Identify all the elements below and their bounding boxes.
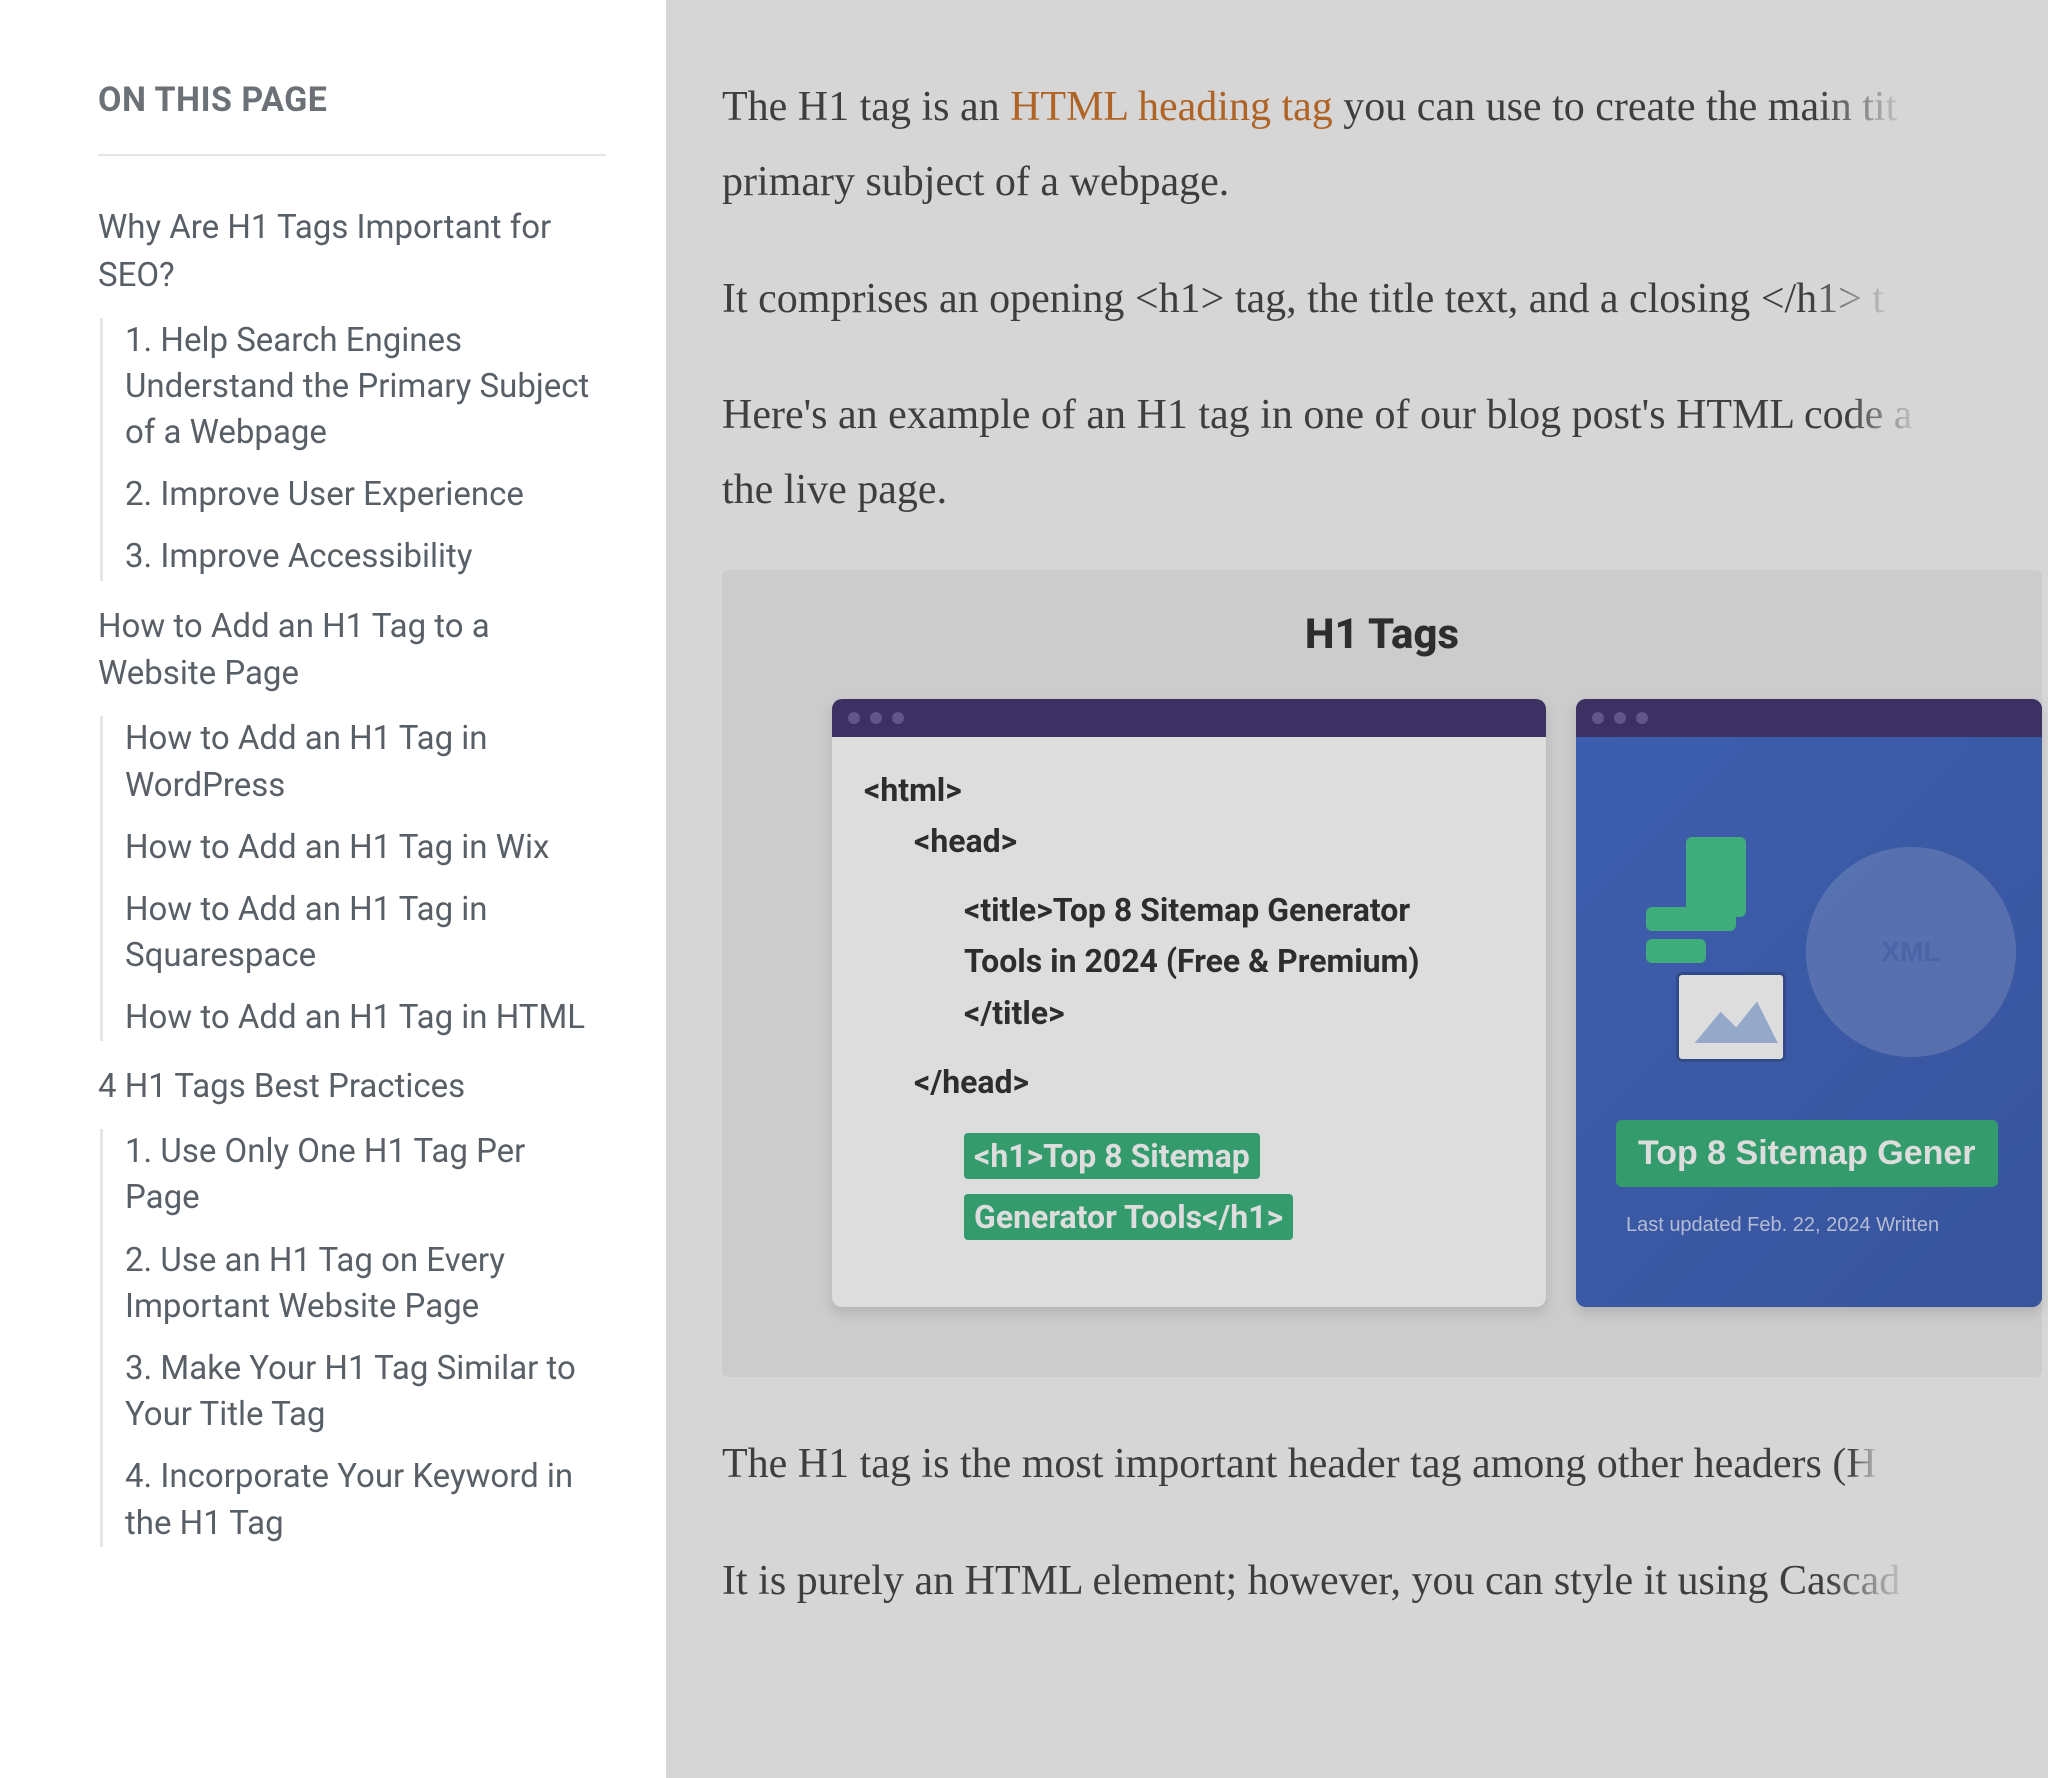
text: you can use to create the (1333, 84, 1768, 130)
document-icon (1686, 837, 1746, 917)
text: It comprises an opening <h1> tag, the ti… (722, 276, 1761, 322)
toc-link[interactable]: 2. Use an H1 Tag on Every Important Webs… (125, 1238, 606, 1330)
window-dot-icon (1592, 712, 1604, 724)
toc-link[interactable]: How to Add an H1 Tag in Wix (125, 825, 606, 871)
toc-section[interactable]: Why Are H1 Tags Important for SEO? (98, 204, 606, 300)
text: the live page. (722, 467, 947, 513)
bar-icon (1646, 939, 1706, 963)
image-icon (1676, 972, 1786, 1062)
truncated-text: </h1> t (1761, 262, 1884, 337)
paragraph: The H1 tag is the most important header … (722, 1427, 2048, 1502)
text: primary subject of a webpage. (722, 159, 1229, 205)
code-line: <html> (864, 765, 1514, 816)
window-dot-icon (870, 712, 882, 724)
toc-sublist: 1. Help Search Engines Understand the Pr… (100, 318, 606, 581)
divider (98, 154, 606, 156)
toc-link[interactable]: 3. Make Your H1 Tag Similar to Your Titl… (125, 1346, 606, 1438)
toc-sublist: 1. Use Only One H1 Tag Per Page 2. Use a… (100, 1129, 606, 1547)
code-window: <html> <head> <title>Top 8 Sitemap Gener… (832, 699, 1546, 1307)
figure-title: H1 Tags (722, 610, 2042, 659)
code-line: </head> (864, 1057, 1514, 1108)
truncated-text: code a (1804, 378, 1912, 453)
paragraph: It is purely an HTML element; however, y… (722, 1544, 2048, 1619)
paragraph: It comprises an opening <h1> tag, the ti… (722, 262, 2048, 337)
article-body: The H1 tag is an HTML heading tag you ca… (666, 0, 2048, 1778)
code-h1-highlight: <h1>Top 8 Sitemap Generator Tools</h1> (864, 1126, 1294, 1248)
truncated-text: (H (1832, 1427, 1876, 1502)
paragraph: Here's an example of an H1 tag in one of… (722, 378, 2048, 528)
window-titlebar (1576, 699, 2042, 737)
toc-link[interactable]: 1. Use Only One H1 Tag Per Page (125, 1129, 606, 1221)
preview-meta: Last updated Feb. 22, 2024 Written (1626, 1214, 1939, 1237)
window-titlebar (832, 699, 1546, 737)
xml-badge: XML (1806, 847, 2016, 1057)
text: Here's an example of an H1 tag in one of… (722, 392, 1804, 438)
toc-link[interactable]: 1. Help Search Engines Understand the Pr… (125, 318, 606, 457)
toc-link[interactable]: 2. Improve User Experience (125, 472, 606, 518)
preview-window: XML Top 8 Sitemap Gener Last updated Feb… (1576, 699, 2042, 1307)
window-dot-icon (848, 712, 860, 724)
toc-list: Why Are H1 Tags Important for SEO? 1. He… (98, 204, 606, 1547)
toc-heading: ON THIS PAGE (98, 80, 606, 120)
toc-section[interactable]: How to Add an H1 Tag to a Website Page (98, 603, 606, 699)
toc-link[interactable]: 3. Improve Accessibility (125, 534, 606, 580)
toc-link[interactable]: How to Add an H1 Tag in HTML (125, 995, 606, 1041)
code-line: </title> (864, 988, 1514, 1039)
code-line: <head> (864, 816, 1514, 867)
paragraph: The H1 tag is an HTML heading tag you ca… (722, 70, 2048, 220)
preview-illustration: XML Top 8 Sitemap Gener Last updated Feb… (1576, 737, 2042, 1307)
toc-link[interactable]: How to Add an H1 Tag in WordPress (125, 716, 606, 808)
window-dot-icon (892, 712, 904, 724)
code-line: Tools in 2024 (Free & Premium) (864, 936, 1514, 987)
toc-section[interactable]: 4 H1 Tags Best Practices (98, 1063, 606, 1111)
table-of-contents: ON THIS PAGE Why Are H1 Tags Important f… (0, 0, 666, 1778)
window-dot-icon (1636, 712, 1648, 724)
truncated-text: main tit (1768, 70, 1898, 145)
text: It is purely an HTML element; however, y… (722, 1558, 1779, 1604)
code-line: <title>Top 8 Sitemap Generator (864, 885, 1514, 936)
window-dot-icon (1614, 712, 1626, 724)
figure-h1-tags: H1 Tags <html> <head> <title (722, 570, 2042, 1377)
toc-link[interactable]: How to Add an H1 Tag in Squarespace (125, 887, 606, 979)
bar-icon (1646, 907, 1736, 931)
preview-headline: Top 8 Sitemap Gener (1616, 1120, 1998, 1187)
text: The H1 tag is an (722, 84, 1010, 130)
toc-sublist: How to Add an H1 Tag in WordPress How to… (100, 716, 606, 1041)
text: The H1 tag is the most important header … (722, 1441, 1832, 1487)
truncated-text: Cascad (1779, 1544, 1900, 1619)
link-html-heading-tag[interactable]: HTML heading tag (1010, 84, 1333, 130)
toc-link[interactable]: 4. Incorporate Your Keyword in the H1 Ta… (125, 1454, 606, 1546)
